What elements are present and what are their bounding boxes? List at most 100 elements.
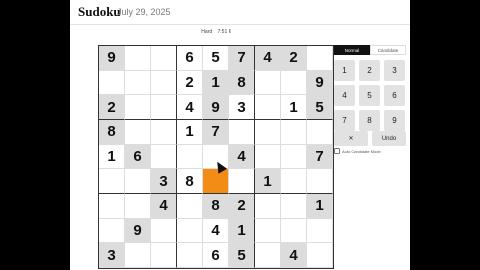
board-cell[interactable]	[255, 243, 281, 268]
board-cell[interactable]	[151, 119, 177, 145]
board-cell[interactable]	[307, 119, 333, 145]
board-cell[interactable]	[151, 70, 177, 96]
board-cell[interactable]: 2	[229, 193, 255, 219]
board-cell[interactable]: 9	[125, 218, 151, 244]
board-cell[interactable]	[307, 169, 333, 194]
board-cell[interactable]: 1	[177, 119, 203, 145]
board-cell[interactable]: 4	[255, 46, 281, 71]
board-cell[interactable]: 3	[99, 243, 125, 268]
board-cell[interactable]: 7	[229, 46, 255, 71]
key-3[interactable]: 3	[384, 60, 405, 81]
board-cell[interactable]: 2	[99, 95, 125, 120]
board-cell[interactable]	[281, 218, 307, 244]
board-cell[interactable]: 8	[99, 119, 125, 145]
board-cell[interactable]	[125, 169, 151, 194]
board-cell[interactable]: 5	[307, 95, 333, 120]
tab-candidate[interactable]: Candidate	[370, 45, 406, 55]
board-cell[interactable]	[255, 193, 281, 219]
erase-button[interactable]: ✕	[334, 131, 368, 146]
board-cell[interactable]: 9	[203, 95, 229, 120]
board-cell[interactable]: 3	[151, 169, 177, 194]
auto-candidate-option[interactable]: Auto Candidate Mode	[334, 148, 381, 154]
timer[interactable]: 7:51 ‖	[218, 29, 231, 35]
board-cell[interactable]: 4	[281, 243, 307, 268]
key-8[interactable]: 8	[359, 110, 380, 131]
header: Sudoku July 29, 2025	[70, 0, 410, 25]
puzzle-date: July 29, 2025	[117, 7, 171, 17]
board-cell[interactable]	[229, 119, 255, 145]
board-cell[interactable]	[151, 95, 177, 120]
board-cell[interactable]: 1	[229, 218, 255, 244]
difficulty-label: Hard	[201, 29, 213, 35]
board-cell[interactable]: 9	[99, 46, 125, 71]
board-cell[interactable]	[307, 218, 333, 244]
key-9[interactable]: 9	[384, 110, 405, 131]
board-cell[interactable]	[255, 144, 281, 170]
board-cell[interactable]	[229, 169, 255, 194]
board-cell[interactable]: 4	[177, 95, 203, 120]
board-cell[interactable]: 2	[281, 46, 307, 71]
status-bar: Hard 7:51 ‖	[99, 29, 333, 35]
board-cell[interactable]: 9	[307, 70, 333, 96]
board-cell[interactable]: 7	[203, 119, 229, 145]
board-cell[interactable]	[255, 70, 281, 96]
board-cell[interactable]	[177, 144, 203, 170]
board-cell[interactable]	[151, 243, 177, 268]
board-cell[interactable]: 8	[203, 193, 229, 219]
board-cell[interactable]	[307, 243, 333, 268]
board-cell[interactable]	[255, 95, 281, 120]
board-cell[interactable]: 1	[203, 70, 229, 96]
board-cell[interactable]: 4	[151, 193, 177, 219]
selected-cell[interactable]	[203, 169, 229, 194]
board-cell[interactable]: 1	[99, 144, 125, 170]
board-cell[interactable]	[125, 243, 151, 268]
key-4[interactable]: 4	[334, 85, 355, 106]
board-cell[interactable]: 2	[177, 70, 203, 96]
board-cell[interactable]	[99, 70, 125, 96]
board-cell[interactable]: 6	[177, 46, 203, 71]
board-cell[interactable]: 4	[229, 144, 255, 170]
board-cell[interactable]: 1	[281, 95, 307, 120]
board-cell[interactable]: 8	[229, 70, 255, 96]
key-2[interactable]: 2	[359, 60, 380, 81]
board-cell[interactable]	[281, 193, 307, 219]
board-cell[interactable]	[125, 193, 151, 219]
board-cell[interactable]	[125, 119, 151, 145]
board-cell[interactable]	[99, 193, 125, 219]
board-cell[interactable]: 6	[203, 243, 229, 268]
board-cell[interactable]: 7	[307, 144, 333, 170]
board-cell[interactable]	[177, 193, 203, 219]
board-cell[interactable]: 5	[203, 46, 229, 71]
board-cell[interactable]	[125, 46, 151, 71]
board-cell[interactable]	[151, 144, 177, 170]
board-cell[interactable]	[99, 169, 125, 194]
board-cell[interactable]	[281, 169, 307, 194]
board-cell[interactable]: 1	[255, 169, 281, 194]
board-cell[interactable]: 3	[229, 95, 255, 120]
board-cell[interactable]: 8	[177, 169, 203, 194]
board-cell[interactable]	[99, 218, 125, 244]
board-cell[interactable]	[281, 119, 307, 145]
board-cell[interactable]: 1	[307, 193, 333, 219]
board-cell[interactable]	[255, 119, 281, 145]
board-cell[interactable]	[177, 243, 203, 268]
board-cell[interactable]	[125, 95, 151, 120]
board-cell[interactable]	[255, 218, 281, 244]
board-cell[interactable]: 6	[125, 144, 151, 170]
board-cell[interactable]	[151, 46, 177, 71]
board-cell[interactable]: 5	[229, 243, 255, 268]
board-cell[interactable]	[125, 70, 151, 96]
undo-button[interactable]: Undo	[372, 131, 406, 146]
board-cell[interactable]	[151, 218, 177, 244]
key-5[interactable]: 5	[359, 85, 380, 106]
key-6[interactable]: 6	[384, 85, 405, 106]
key-1[interactable]: 1	[334, 60, 355, 81]
board-cell[interactable]	[177, 218, 203, 244]
auto-candidate-checkbox[interactable]	[334, 148, 340, 154]
tab-normal[interactable]: Normal	[334, 45, 370, 55]
board-cell[interactable]	[281, 70, 307, 96]
board-cell[interactable]	[281, 144, 307, 170]
board-cell[interactable]	[307, 46, 333, 71]
key-7[interactable]: 7	[334, 110, 355, 131]
board-cell[interactable]: 4	[203, 218, 229, 244]
